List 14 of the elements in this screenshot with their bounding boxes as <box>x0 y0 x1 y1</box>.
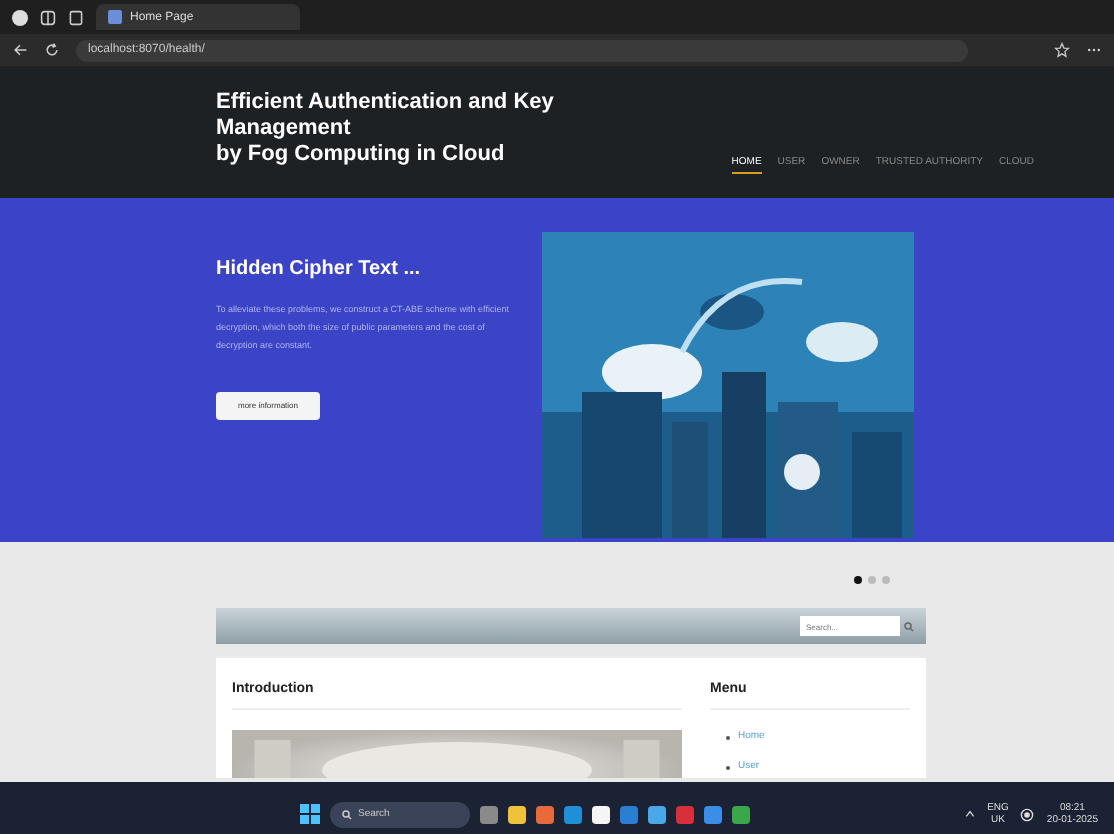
refresh-icon[interactable] <box>44 42 60 58</box>
back-icon[interactable] <box>12 42 28 58</box>
windows-icon[interactable] <box>300 804 320 824</box>
slide-dot[interactable] <box>854 576 862 584</box>
slide-dot[interactable] <box>868 576 876 584</box>
hero-title: Hidden Cipher Text ... <box>216 258 423 280</box>
caret-icon[interactable] <box>963 808 976 820</box>
workspaces-icon[interactable] <box>40 9 56 25</box>
tab-actions-icon[interactable] <box>68 9 84 25</box>
favorite-icon[interactable] <box>1054 42 1070 58</box>
site-title: Efficient Authentication and Key Management by Fog Computing in Cloud <box>216 89 554 167</box>
slide-dot[interactable] <box>882 576 890 584</box>
search-icon[interactable] <box>904 621 914 631</box>
profile-icon[interactable] <box>12 9 28 25</box>
